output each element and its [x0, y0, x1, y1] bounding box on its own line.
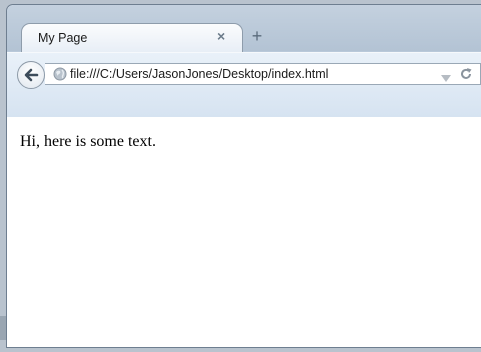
tab-my-page[interactable]: My Page × [21, 23, 243, 53]
navigation-toolbar: file:///C:/Users/JasonJones/Desktop/inde… [7, 52, 481, 118]
page-content: Hi, here is some text. [7, 117, 481, 347]
back-button[interactable] [17, 61, 45, 89]
tab-strip: My Page × + [7, 5, 481, 53]
new-tab-button[interactable]: + [247, 27, 267, 47]
browser-window: My Page × + file:///C:/Users/JasonJones/… [6, 4, 481, 348]
url-text: file:///C:/Users/JasonJones/Desktop/inde… [70, 67, 329, 81]
address-bar[interactable]: file:///C:/Users/JasonJones/Desktop/inde… [45, 63, 481, 85]
page-text: Hi, here is some text. [20, 133, 156, 150]
dropdown-arrow-icon[interactable] [441, 70, 451, 88]
reload-icon[interactable] [459, 67, 473, 86]
tab-title: My Page [38, 31, 88, 45]
globe-icon [53, 67, 67, 86]
close-tab-icon[interactable]: × [217, 28, 225, 44]
